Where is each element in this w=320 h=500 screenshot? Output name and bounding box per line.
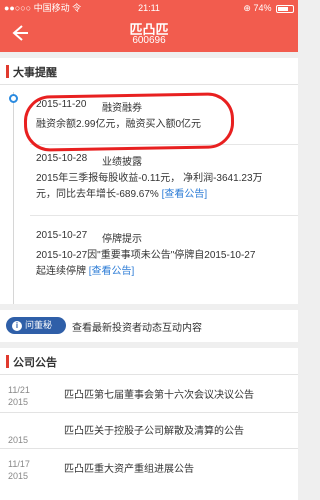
- announcement-date-md: [8, 422, 28, 434]
- view-announcement-link[interactable]: [查看公告]: [89, 266, 135, 277]
- events-header: 大事提醒: [0, 58, 298, 84]
- divider: [0, 84, 298, 85]
- section-marker: [6, 355, 9, 368]
- announcement-date: 2015: [8, 422, 28, 446]
- event-text: 2015-10-27因"重要事项未公告"停牌自2015-10-27: [36, 250, 256, 261]
- announcement-date: 11/17 2015: [8, 458, 30, 482]
- event-text-line2: 元，同比去年增长-689.67% [查看公告]: [36, 187, 207, 202]
- event-separator: [30, 215, 298, 216]
- info-icon: i: [12, 321, 22, 331]
- event-text-cont: 起连续停牌: [36, 266, 86, 277]
- highlight-circle: [23, 92, 235, 152]
- event-text-cont: 元，同比去年增长-689.67%: [36, 189, 159, 200]
- announcement-date: 11/21 2015: [8, 384, 30, 408]
- view-announcement-link[interactable]: [查看公告]: [162, 189, 208, 200]
- announcement-year: 2015: [8, 471, 29, 481]
- announcement-title[interactable]: 匹凸匹第七届董事会第十六次会议决议公告: [64, 386, 254, 401]
- announcements-header: 公司公告: [0, 348, 298, 374]
- announcement-year: 2015: [8, 397, 29, 407]
- divider: [0, 448, 298, 449]
- status-bar: ●●○○○ 中国移动 令 21:11 ⊕ 74%: [0, 0, 298, 16]
- announcements-card: 公司公告 11/21 2015 匹凸匹第七届董事会第十六次会议决议公告 2015…: [0, 348, 298, 500]
- event-text: 2015年三季报每股收益-0.11元， 净利润-3641.23万: [36, 173, 263, 184]
- section-marker: [6, 65, 9, 78]
- divider: [0, 412, 298, 413]
- announcement-year: 2015: [8, 435, 29, 445]
- nav-bar: 匹凸匹 600696: [0, 16, 298, 52]
- timeline-line: [13, 92, 14, 304]
- battery-icon: [276, 4, 294, 13]
- event-date: 2015-10-28: [36, 153, 88, 164]
- announcement-date-md: 11/21: [8, 385, 30, 395]
- announcement-title[interactable]: 匹凸匹关于控股子公司解散及清算的公告: [64, 422, 244, 437]
- announcement-date-md: 11/17: [8, 459, 30, 469]
- ask-secretary-label: 问董秘: [25, 320, 53, 330]
- battery-percent: ⊕ 74%: [243, 3, 272, 13]
- divider: [0, 374, 298, 375]
- qa-description[interactable]: 查看最新投资者动态互动内容: [72, 319, 202, 334]
- event-text-line2: 起连续停牌 [查看公告]: [36, 264, 134, 279]
- events-title: 大事提醒: [13, 67, 57, 79]
- announcement-title[interactable]: 匹凸匹重大资产重组进展公告: [64, 460, 194, 475]
- event-date: 2015-10-27: [36, 230, 88, 241]
- announcements-title: 公司公告: [13, 357, 57, 369]
- battery-indicator: ⊕ 74%: [243, 0, 294, 16]
- ask-secretary-badge[interactable]: i 问董秘: [6, 317, 66, 334]
- event-type: 停牌提示: [102, 234, 142, 245]
- timeline-dot-icon: [9, 94, 18, 103]
- stock-code: 600696: [132, 35, 166, 46]
- event-type: 业绩披露: [102, 157, 142, 168]
